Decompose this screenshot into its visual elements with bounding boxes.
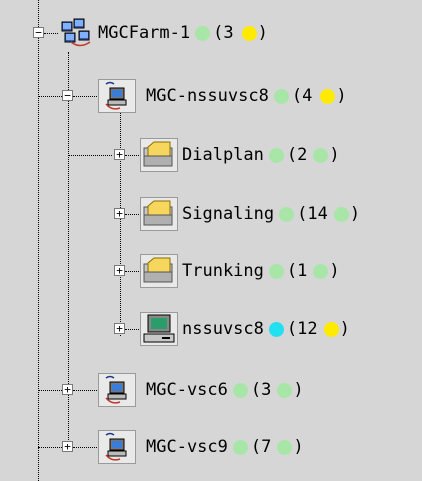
status-indicator <box>268 321 284 337</box>
child-status-indicator <box>320 88 336 104</box>
collapse-toggle[interactable]: − <box>62 90 73 101</box>
tree-connector <box>68 155 112 156</box>
status-indicator <box>232 439 248 455</box>
expand-toggle[interactable]: + <box>62 441 73 452</box>
node-label: Dialplan <box>182 145 264 165</box>
node-label: MGCFarm-1 <box>98 23 191 43</box>
tree-connector <box>73 96 97 97</box>
tree-connector <box>38 96 62 97</box>
child-count-open: (2 <box>286 145 308 165</box>
child-count-open: (7 <box>250 437 272 457</box>
folder-icon <box>140 138 180 172</box>
child-status-indicator <box>323 321 339 337</box>
node-label: MGC-vsc6 <box>146 380 228 400</box>
child-count-close: ) <box>293 380 304 400</box>
expand-toggle[interactable]: + <box>114 323 125 334</box>
tree-node-trunking[interactable]: Trunking (1 ) <box>140 254 340 288</box>
server-farm-icon <box>60 16 96 50</box>
child-count-close: ) <box>339 319 350 339</box>
expand-toggle[interactable]: + <box>114 149 125 160</box>
network-host-icon <box>98 373 138 407</box>
tree-view: − MGCFarm-1 (3 ) − MGC-nssuvsc8 (4) + D… <box>0 0 422 481</box>
tree-connector <box>38 447 62 448</box>
node-label: Trunking <box>182 261 264 281</box>
child-count-close: ) <box>293 437 304 457</box>
node-label: MGC-vsc9 <box>146 437 228 457</box>
tree-connector <box>73 447 97 448</box>
collapse-toggle[interactable]: − <box>33 27 44 38</box>
network-host-icon <box>98 79 138 113</box>
status-indicator <box>279 206 295 222</box>
child-count-open: (14 <box>297 204 328 224</box>
tree-node-mgc-vsc9[interactable]: MGC-vsc9 (7 ) <box>98 430 304 464</box>
child-count-open: (1 <box>286 261 308 281</box>
computer-icon <box>140 312 180 346</box>
status-indicator <box>268 147 284 163</box>
child-status-indicator <box>277 439 293 455</box>
child-count-close: ) <box>257 23 268 43</box>
expand-toggle[interactable]: + <box>114 208 125 219</box>
child-count-open: (12 <box>286 319 318 339</box>
status-indicator <box>268 263 284 279</box>
expand-toggle[interactable]: + <box>114 265 125 276</box>
tree-connector <box>125 214 139 215</box>
tree-connector <box>73 390 97 391</box>
tree-connector <box>38 390 62 391</box>
child-status-indicator <box>241 25 257 41</box>
tree-node-mgc-vsc6[interactable]: MGC-vsc6 (3 ) <box>98 373 304 407</box>
tree-node-dialplan[interactable]: Dialplan (2 ) <box>140 138 340 172</box>
network-host-icon <box>98 430 138 464</box>
child-count-open: (4 <box>291 86 313 106</box>
tree-connector <box>125 329 139 330</box>
tree-node-nssuvsc8[interactable]: nssuvsc8 (12 ) <box>140 312 350 346</box>
child-count-open: (3 <box>213 23 234 43</box>
child-count-close: ) <box>329 261 340 281</box>
node-label: MGC-nssuvsc8 <box>146 86 269 106</box>
node-label: Signaling <box>182 204 275 224</box>
tree-connector <box>125 271 139 272</box>
tree-connector <box>44 33 58 34</box>
child-count-close: ) <box>349 204 361 224</box>
tree-node-host[interactable]: MGC-nssuvsc8 (4 ) <box>98 79 347 113</box>
status-indicator <box>273 88 289 104</box>
child-count-close: ) <box>329 145 340 165</box>
node-label: nssuvsc8 <box>182 319 264 339</box>
folder-icon <box>140 254 180 288</box>
expand-toggle[interactable]: + <box>62 384 73 395</box>
tree-node-signaling[interactable]: Signaling (14 ) <box>140 197 360 231</box>
tree-node-root[interactable]: MGCFarm-1 (3 ) <box>60 16 268 50</box>
folder-icon <box>140 197 180 231</box>
status-indicator <box>232 382 248 398</box>
tree-guide-line <box>38 0 39 481</box>
tree-connector <box>125 155 139 156</box>
child-count-open: (3 <box>250 380 272 400</box>
child-status-indicator <box>333 206 349 222</box>
status-indicator <box>195 25 211 41</box>
child-count-close: ) <box>336 86 347 106</box>
child-status-indicator <box>277 382 293 398</box>
child-status-indicator <box>313 263 329 279</box>
tree-guide-line <box>120 106 121 336</box>
child-status-indicator <box>313 147 329 163</box>
